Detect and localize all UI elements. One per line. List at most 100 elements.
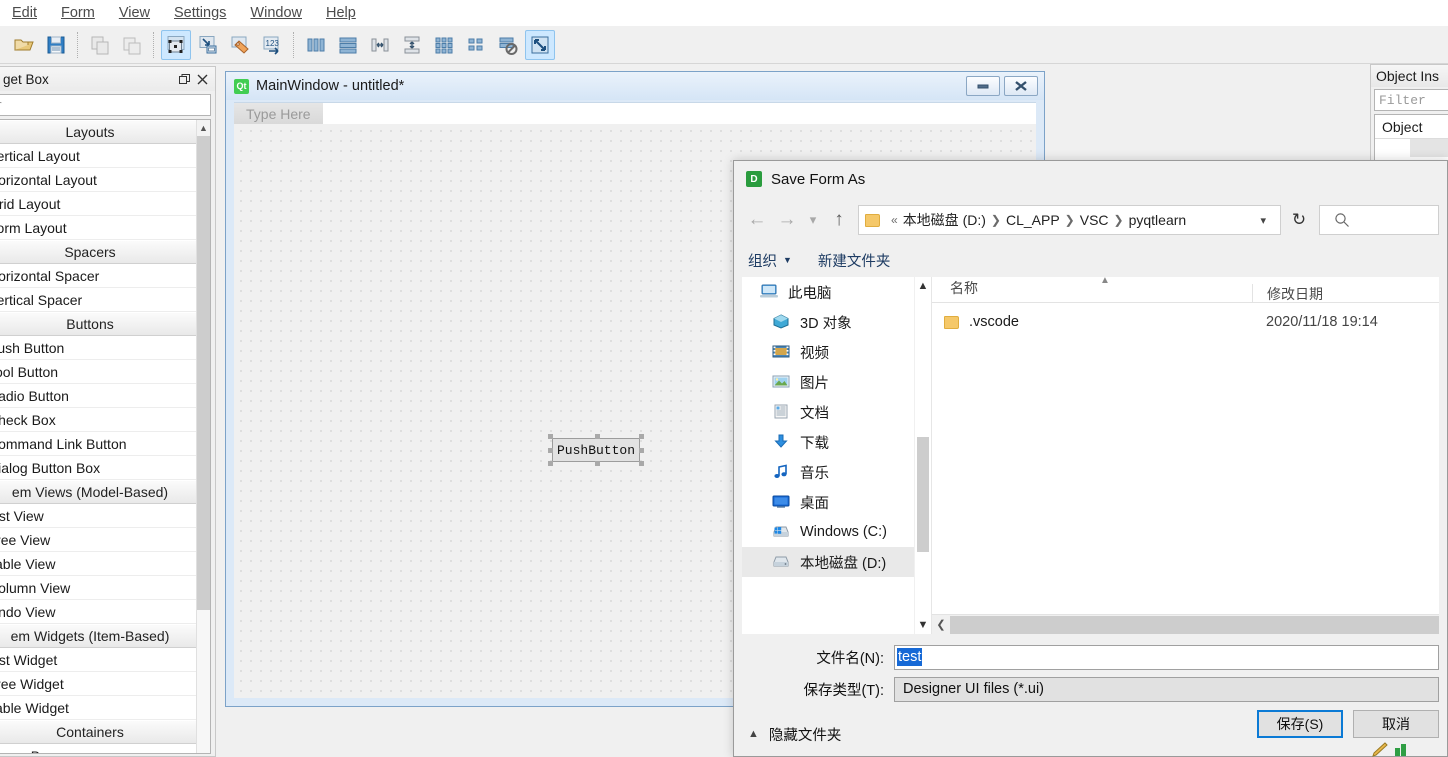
open-icon[interactable]: [9, 30, 39, 60]
breadcrumb-0[interactable]: 本地磁盘 (D:): [903, 210, 986, 230]
address-bar[interactable]: « 本地磁盘 (D:) ❯ CL_APP ❯ VSC ❯ pyqtlearn ▾: [858, 205, 1281, 235]
widget-box-filter-input[interactable]: er: [0, 94, 211, 116]
widget-item[interactable]: Column View: [0, 576, 196, 600]
scroll-left-icon[interactable]: ❮: [932, 618, 950, 631]
edit-buddies-icon[interactable]: [225, 30, 255, 60]
widget-item[interactable]: Vertical Layout: [0, 144, 196, 168]
close-icon[interactable]: [193, 70, 211, 88]
scroll-down-icon[interactable]: ▼: [915, 616, 931, 634]
widget-item[interactable]: Table Widget: [0, 696, 196, 720]
widget-item[interactable]: Undo View: [0, 600, 196, 624]
nav-item-1[interactable]: 3D 对象: [742, 307, 931, 337]
scroll-up-icon[interactable]: ▲: [915, 277, 931, 295]
save-button[interactable]: 保存(S): [1257, 710, 1343, 738]
menu-form[interactable]: Form: [49, 3, 107, 23]
file-list-pane[interactable]: 名称 ▲ 修改日期 .vscode 2020/11/18 19:14 ❮: [932, 277, 1439, 634]
widget-box-scrollbar[interactable]: ▲: [196, 120, 210, 753]
form-menubar[interactable]: Type Here: [234, 102, 1036, 125]
menu-window[interactable]: Window: [238, 3, 314, 23]
filetype-select[interactable]: Designer UI files (*.ui): [894, 676, 1439, 702]
layout-horizontally-icon[interactable]: [301, 30, 331, 60]
column-header-name[interactable]: 名称: [932, 278, 1252, 302]
menu-view[interactable]: View: [107, 3, 162, 23]
widget-item[interactable]: Tool Button: [0, 360, 196, 384]
widget-item[interactable]: Vertical Spacer: [0, 288, 196, 312]
widget-item[interactable]: Tree Widget: [0, 672, 196, 696]
nav-item-7[interactable]: 桌面: [742, 487, 931, 517]
layout-splitter-horizontal-icon[interactable]: [365, 30, 395, 60]
object-inspector-filter-input[interactable]: Filter: [1374, 89, 1448, 111]
filename-input[interactable]: test: [894, 644, 1439, 670]
widget-item[interactable]: Table View: [0, 552, 196, 576]
scrollbar-thumb[interactable]: [950, 615, 1439, 634]
widget-category-header[interactable]: Layouts: [0, 120, 196, 144]
nav-item-6[interactable]: 音乐: [742, 457, 931, 487]
scrollbar-thumb[interactable]: [917, 437, 929, 552]
scrollbar-thumb[interactable]: [197, 136, 210, 610]
widget-category-header[interactable]: Spacers: [0, 240, 196, 264]
refresh-icon[interactable]: ↻: [1283, 205, 1315, 235]
widget-item[interactable]: Check Box: [0, 408, 196, 432]
column-header-modified[interactable]: 修改日期: [1252, 284, 1323, 302]
edit-signals-slots-icon[interactable]: [193, 30, 223, 60]
widget-item[interactable]: Command Link Button: [0, 432, 196, 456]
copy-icon[interactable]: [85, 30, 115, 60]
scroll-up-icon[interactable]: ▲: [197, 120, 210, 136]
widget-item[interactable]: Form Layout: [0, 216, 196, 240]
new-folder-button[interactable]: 新建文件夹: [818, 250, 891, 271]
widget-category-header[interactable]: em Widgets (Item-Based): [0, 624, 196, 648]
widget-category-header[interactable]: em Views (Model-Based): [0, 480, 196, 504]
menu-settings[interactable]: Settings: [162, 3, 238, 23]
nav-item-2[interactable]: 视频: [742, 337, 931, 367]
layout-vertically-icon[interactable]: [333, 30, 363, 60]
navigation-scrollbar[interactable]: ▲ ▼: [914, 277, 931, 634]
breadcrumb-2[interactable]: VSC: [1080, 212, 1109, 228]
organize-button[interactable]: 组织 ▼: [748, 250, 792, 271]
paste-icon[interactable]: [117, 30, 147, 60]
widget-item[interactable]: List Widget: [0, 648, 196, 672]
object-inspector-row[interactable]: [1410, 139, 1448, 157]
break-layout-icon[interactable]: [493, 30, 523, 60]
edit-tab-order-icon[interactable]: 123: [257, 30, 287, 60]
search-input[interactable]: [1319, 205, 1439, 235]
widget-item[interactable]: Group Box: [0, 744, 196, 753]
widget-box-list[interactable]: LayoutsVertical LayoutHorizontal LayoutG…: [0, 119, 211, 754]
arrow-right-icon[interactable]: →: [772, 205, 802, 235]
arrow-left-icon[interactable]: ←: [742, 205, 772, 235]
edit-widgets-icon[interactable]: [161, 29, 191, 60]
adjust-size-icon[interactable]: [525, 29, 555, 60]
float-icon[interactable]: [175, 70, 193, 88]
nav-item-0[interactable]: 此电脑: [742, 277, 931, 307]
object-column-header[interactable]: Object: [1375, 115, 1448, 139]
file-name-cell[interactable]: .vscode: [932, 314, 1252, 330]
nav-item-8[interactable]: Windows (C:): [742, 517, 931, 547]
menu-edit[interactable]: Edit: [0, 3, 49, 23]
layout-grid-icon[interactable]: [429, 30, 459, 60]
close-icon[interactable]: [1004, 76, 1038, 96]
widget-category-header[interactable]: Buttons: [0, 312, 196, 336]
push-button-widget[interactable]: PushButton: [552, 438, 640, 462]
file-list-horizontal-scrollbar[interactable]: ❮: [932, 614, 1439, 634]
widget-item[interactable]: Push Button: [0, 336, 196, 360]
selected-widget-wrapper[interactable]: PushButton: [548, 434, 644, 466]
widget-item[interactable]: List View: [0, 504, 196, 528]
menubar-type-here-placeholder[interactable]: Type Here: [234, 103, 323, 125]
menu-help[interactable]: Help: [314, 3, 368, 23]
layout-form-icon[interactable]: [461, 30, 491, 60]
chevron-down-icon[interactable]: ▾: [1250, 214, 1276, 227]
hide-folders-toggle[interactable]: ▲ 隐藏文件夹: [748, 724, 841, 745]
widget-item[interactable]: Radio Button: [0, 384, 196, 408]
nav-item-9[interactable]: 本地磁盘 (D:): [742, 547, 931, 577]
nav-item-3[interactable]: 图片: [742, 367, 931, 397]
widget-item[interactable]: Tree View: [0, 528, 196, 552]
file-row[interactable]: .vscode 2020/11/18 19:14: [932, 303, 1439, 341]
nav-item-5[interactable]: 下载: [742, 427, 931, 457]
breadcrumb-1[interactable]: CL_APP: [1006, 212, 1060, 228]
save-icon[interactable]: [41, 30, 71, 60]
minimize-icon[interactable]: [966, 76, 1000, 96]
navigation-pane[interactable]: 此电脑 3D 对象 视频 图片 文档 下载 音乐 桌面 Windows (C:) 本地磁盘 (D:…: [742, 277, 932, 634]
cancel-button[interactable]: 取消: [1353, 710, 1439, 738]
layout-splitter-vertical-icon[interactable]: [397, 30, 427, 60]
widget-category-header[interactable]: Containers: [0, 720, 196, 744]
widget-item[interactable]: Dialog Button Box: [0, 456, 196, 480]
